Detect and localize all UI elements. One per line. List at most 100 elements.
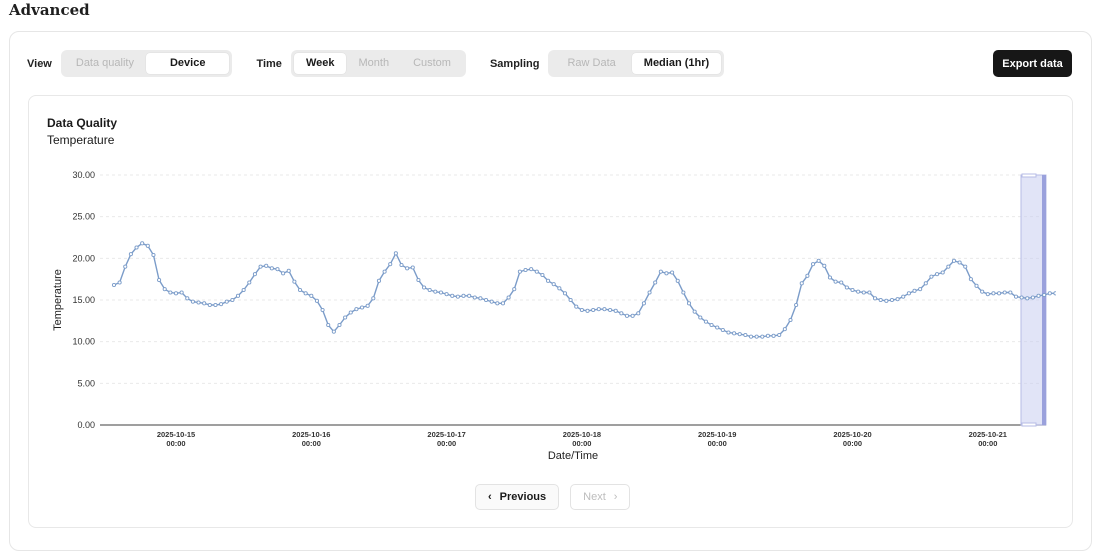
data-point: [427, 287, 432, 293]
data-point: [399, 262, 404, 268]
data-point: [850, 287, 855, 293]
data-point: [140, 241, 145, 246]
data-point: [540, 272, 545, 278]
data-point: [331, 329, 336, 334]
data-point: [365, 303, 370, 308]
data-point: [968, 277, 973, 282]
data-point: [754, 334, 759, 339]
data-point: [653, 280, 658, 285]
grid-layer: [100, 174, 1046, 426]
data-point: [647, 290, 652, 295]
data-point: [438, 290, 444, 295]
data-point: [117, 280, 122, 285]
data-point: [314, 298, 319, 303]
data-point: [957, 260, 962, 265]
brush-layer: [1020, 173, 1047, 427]
data-point: [303, 291, 308, 296]
data-point: [675, 278, 680, 283]
data-point: [912, 288, 917, 293]
data-point: [1025, 296, 1030, 301]
data-point: [816, 258, 821, 263]
export-data-button[interactable]: Export data: [993, 50, 1072, 77]
data-point: [591, 307, 596, 313]
data-point: [670, 270, 675, 275]
x-tick-date-label: 2025-10-20: [833, 430, 871, 439]
data-point: [991, 291, 996, 296]
x-tick-time-label: 00:00: [302, 439, 321, 448]
x-tick-time-label: 00:00: [572, 439, 591, 448]
data-point: [771, 333, 776, 338]
data-point: [715, 325, 720, 330]
data-point: [309, 293, 314, 298]
data-point: [444, 292, 449, 297]
sampling-label: Sampling: [489, 57, 540, 70]
view-option-device[interactable]: Device: [145, 53, 230, 74]
data-point: [348, 310, 353, 315]
data-point: [997, 291, 1002, 296]
data-point: [523, 267, 528, 273]
data-point: [467, 293, 472, 298]
data-point: [450, 293, 455, 298]
x-tick-time-label: 00:00: [708, 439, 727, 448]
time-option-custom[interactable]: Custom: [401, 53, 463, 74]
data-point: [726, 330, 731, 335]
data-point: [534, 269, 539, 274]
view-option-data-quality[interactable]: Data quality: [64, 53, 146, 74]
chart-subtitle: Temperature: [47, 133, 115, 147]
data-point: [506, 295, 511, 300]
x-tick-time-label: 00:00: [166, 439, 185, 448]
data-point: [743, 332, 748, 338]
x-tick-date-label: 2025-10-17: [427, 430, 465, 439]
x-tick-date-label: 2025-10-18: [563, 430, 601, 439]
y-tick-label: 10.00: [72, 337, 95, 347]
data-point: [562, 291, 568, 296]
data-point: [782, 327, 787, 332]
data-point: [613, 308, 618, 313]
data-point: [737, 332, 742, 337]
data-point: [720, 327, 725, 333]
brush-edge: [1042, 175, 1046, 425]
time-option-month[interactable]: Month: [346, 53, 401, 74]
data-point: [980, 289, 985, 294]
data-point: [134, 245, 139, 250]
time-option-week[interactable]: Week: [293, 53, 347, 74]
data-point: [343, 315, 348, 320]
data-point: [884, 298, 889, 303]
data-point: [224, 299, 229, 304]
time-segmented-control: Week Month Custom: [290, 50, 466, 77]
data-point: [641, 301, 646, 306]
data-point: [489, 299, 494, 304]
data-point: [585, 308, 590, 313]
next-button[interactable]: Next ›: [570, 484, 631, 510]
data-point: [844, 285, 849, 290]
data-point: [151, 252, 156, 258]
data-point: [861, 290, 866, 295]
sampling-option-raw-data[interactable]: Raw Data: [551, 53, 631, 74]
sampling-option-median-1hr[interactable]: Median (1hr): [631, 53, 722, 74]
data-point: [275, 267, 280, 272]
data-point: [421, 285, 427, 290]
data-point: [546, 278, 551, 283]
data-point: [1019, 295, 1024, 300]
time-label: Time: [256, 57, 282, 70]
data-point: [410, 265, 415, 270]
data-point: [213, 302, 218, 308]
data-point: [664, 271, 669, 276]
data-point: [951, 258, 957, 263]
data-point: [574, 304, 579, 309]
data-point: [822, 263, 827, 268]
chart-title: Data Quality: [47, 116, 118, 130]
data-point: [433, 289, 438, 294]
data-point: [241, 287, 246, 293]
data-point: [235, 293, 241, 298]
data-point: [873, 296, 878, 301]
x-tick-date-label: 2025-10-15: [157, 430, 195, 439]
data-point: [940, 270, 945, 275]
previous-button[interactable]: ‹ Previous: [475, 484, 560, 510]
x-tick-time-label: 00:00: [978, 439, 997, 448]
data-point: [376, 278, 382, 283]
brush-handle-bottom: [1021, 422, 1037, 427]
x-tick-date-label: 2025-10-21: [969, 430, 1007, 439]
data-point: [901, 294, 906, 299]
data-point: [337, 322, 342, 328]
